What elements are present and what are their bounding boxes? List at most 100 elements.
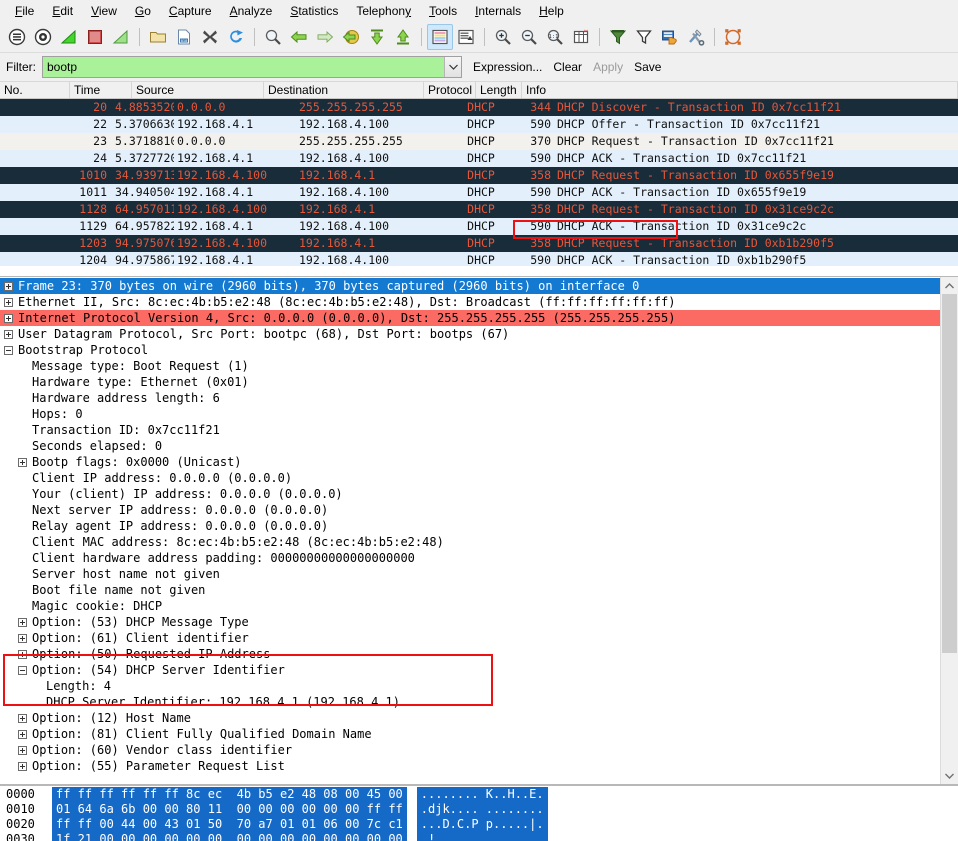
detail-tree-item[interactable]: Next server IP address: 0.0.0.0 (0.0.0.0… [0,502,940,518]
hex-rows[interactable]: 0000 ff ff ff ff ff ff 8c ec 4b b5 e2 48 … [0,787,548,841]
detail-tree-item[interactable]: Your (client) IP address: 0.0.0.0 (0.0.0… [0,486,940,502]
packet-bytes-pane[interactable]: 0000 ff ff ff ff ff ff 8c ec 4b b5 e2 48 … [0,785,958,841]
detail-tree-item[interactable]: Seconds elapsed: 0 [0,438,940,454]
column-header-destination[interactable]: Destination [264,82,424,98]
detail-tree-item[interactable]: Option: (50) Requested IP Address [0,646,940,662]
go-to-packet-icon[interactable] [338,24,364,50]
detail-tree-item[interactable]: Option: (54) DHCP Server Identifier [0,662,940,678]
table-row[interactable]: 1128 64.9570110192.168.4.100 192.168.4.1 DH… [0,201,958,218]
collapse-icon[interactable] [4,345,13,355]
detail-scrollbar-thumb[interactable] [942,294,957,654]
packet-detail-pane[interactable]: Frame 23: 370 bytes on wire (2960 bits),… [0,276,958,785]
chevron-up-icon[interactable] [941,277,958,294]
detail-tree-item[interactable]: Magic cookie: DHCP [0,598,940,614]
zoom-in-icon[interactable] [490,24,516,50]
expand-icon[interactable] [18,633,27,643]
menu-help[interactable]: Help [530,1,573,21]
save-button[interactable]: Save [634,60,661,74]
auto-scroll-icon[interactable] [453,24,479,50]
resize-columns-icon[interactable] [568,24,594,50]
expand-icon[interactable] [4,297,13,307]
table-row[interactable]: 22 5.37066300192.168.4.1 192.168.4.100 DHCP… [0,116,958,133]
expand-icon[interactable] [18,649,27,659]
table-row[interactable]: 24 5.37277200192.168.4.1 192.168.4.100 DHCP… [0,150,958,167]
open-file-icon[interactable] [145,24,171,50]
column-header-protocol[interactable]: Protocol [424,82,476,98]
go-to-last-icon[interactable] [390,24,416,50]
hex-dump-row[interactable]: 0020 ff ff 00 44 00 43 01 50 70 a7 01 01 … [0,817,548,832]
menu-telephony[interactable]: Telephony [347,1,420,21]
hex-dump-row[interactable]: 0010 01 64 6a 6b 00 00 80 11 00 00 00 00 … [0,802,548,817]
expand-icon[interactable] [18,745,27,755]
detail-tree-item[interactable]: User Datagram Protocol, Src Port: bootpc… [0,326,940,342]
table-row[interactable]: 1010 34.9397130192.168.4.100 192.168.4.1 DH… [0,167,958,184]
detail-tree-item[interactable]: Bootp flags: 0x0000 (Unicast) [0,454,940,470]
chevron-down-icon[interactable] [941,767,958,784]
detail-tree-item[interactable]: Option: (81) Client Fully Qualified Doma… [0,726,940,742]
display-filters-icon[interactable] [631,24,657,50]
menu-tools[interactable]: Tools [420,1,466,21]
column-header-source[interactable]: Source [132,82,264,98]
detail-tree-item[interactable]: Client IP address: 0.0.0.0 (0.0.0.0) [0,470,940,486]
capture-filters-icon[interactable] [605,24,631,50]
expand-icon[interactable] [18,617,27,627]
expand-icon[interactable] [4,329,13,339]
zoom-out-icon[interactable] [516,24,542,50]
help-contents-icon[interactable] [720,24,746,50]
start-capture-icon[interactable] [56,24,82,50]
collapse-icon[interactable] [18,665,27,675]
table-row[interactable]: 20 4.885352000.0.0.0 255.255.255.255 DHCP 34… [0,99,958,116]
detail-tree-item[interactable]: Length: 4 [0,678,940,694]
expand-icon[interactable] [4,313,13,323]
stop-capture-icon[interactable] [82,24,108,50]
detail-tree-item[interactable]: Message type: Boot Request (1) [0,358,940,374]
detail-tree-item[interactable]: Client MAC address: 8c:ec:4b:b5:e2:48 (8… [0,534,940,550]
close-file-icon[interactable] [197,24,223,50]
detail-tree-item[interactable]: Ethernet II, Src: 8c:ec:4b:b5:e2:48 (8c:… [0,294,940,310]
restart-capture-icon[interactable] [108,24,134,50]
column-header-length[interactable]: Length [476,82,522,98]
detail-tree-item[interactable]: Bootstrap Protocol [0,342,940,358]
apply-button[interactable]: Apply [593,60,623,74]
hex-dump-row[interactable]: 0000 ff ff ff ff ff ff 8c ec 4b b5 e2 48 … [0,787,548,802]
menu-go[interactable]: Go [126,1,160,21]
detail-tree-item[interactable]: Server host name not given [0,566,940,582]
interfaces-icon[interactable] [4,24,30,50]
packet-detail-tree[interactable]: Frame 23: 370 bytes on wire (2960 bits),… [0,277,940,784]
detail-tree-item[interactable]: Option: (53) DHCP Message Type [0,614,940,630]
filter-input[interactable] [43,57,444,77]
table-row[interactable]: 23 5.371881000.0.0.0 255.255.255.255 DHCP 37… [0,133,958,150]
detail-tree-item[interactable]: Relay agent IP address: 0.0.0.0 (0.0.0.0… [0,518,940,534]
detail-tree-item[interactable]: Hardware type: Ethernet (0x01) [0,374,940,390]
detail-tree-item[interactable]: Option: (12) Host Name [0,710,940,726]
filter-combobox[interactable] [42,56,462,78]
detail-tree-item[interactable]: Client hardware address padding: 0000000… [0,550,940,566]
menu-internals[interactable]: Internals [466,1,530,21]
detail-tree-item[interactable]: Option: (60) Vendor class identifier [0,742,940,758]
detail-tree-item[interactable]: Option: (61) Client identifier [0,630,940,646]
zoom-reset-icon[interactable]: 1:1 [542,24,568,50]
expand-icon[interactable] [18,729,27,739]
table-row[interactable]: 1204 94.9758670192.168.4.1 192.168.4.100 DH… [0,252,958,266]
save-file-icon[interactable]: 010 [171,24,197,50]
capture-options-icon[interactable] [30,24,56,50]
table-row[interactable]: 1203 94.9750760192.168.4.100 192.168.4.1 DH… [0,235,958,252]
pane-splitter[interactable] [0,266,958,276]
menu-statistics[interactable]: Statistics [281,1,347,21]
column-header-time[interactable]: Time [70,82,132,98]
coloring-rules-icon[interactable] [657,24,683,50]
chevron-down-icon[interactable] [444,57,461,77]
go-back-icon[interactable] [286,24,312,50]
clear-button[interactable]: Clear [553,60,582,74]
column-header-no[interactable]: No. [0,82,70,98]
hex-dump-row[interactable]: 0030 1f 21 00 00 00 00 00 00 00 00 00 00 … [0,832,548,841]
expand-icon[interactable] [4,281,13,291]
detail-tree-item[interactable]: Hardware address length: 6 [0,390,940,406]
expression-button[interactable]: Expression... [473,60,542,74]
packet-list-rows[interactable]: 204.885352000.0.0.0255.255.255.255DHCP34… [0,99,958,266]
menu-edit[interactable]: Edit [43,1,82,21]
detail-scrollbar[interactable] [940,277,958,784]
go-to-first-icon[interactable] [364,24,390,50]
detail-tree-item[interactable]: Hops: 0 [0,406,940,422]
expand-icon[interactable] [18,761,27,771]
